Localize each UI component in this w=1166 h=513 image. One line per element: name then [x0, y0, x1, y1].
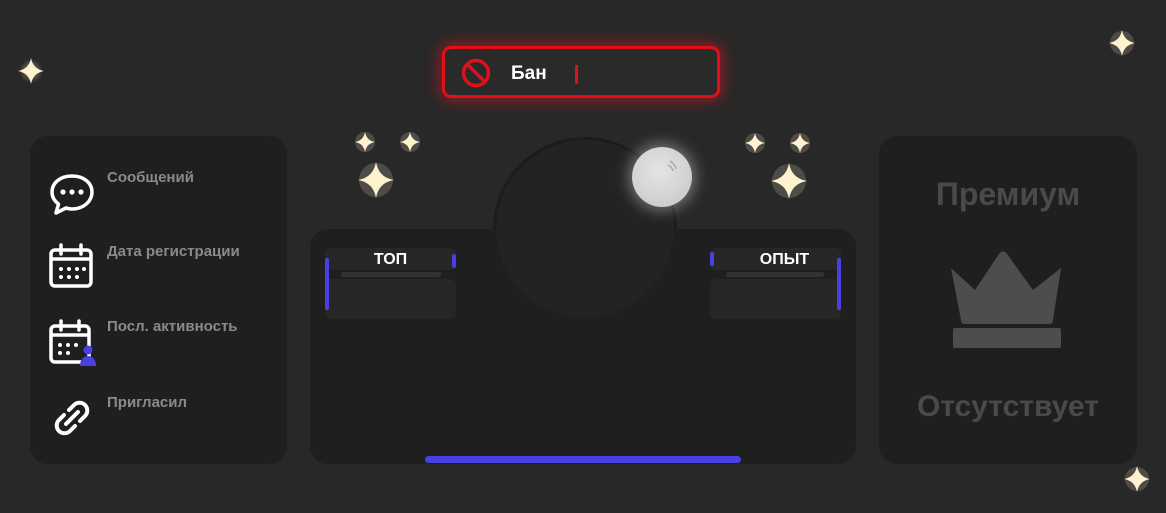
sparkle-icon: [356, 160, 396, 200]
invited-by-label: Пригласил: [107, 394, 188, 411]
top-card-side-accent: [325, 258, 329, 310]
ban-indicator: [575, 65, 578, 84]
ban-icon: [461, 58, 491, 88]
xp-card-value: [710, 279, 841, 319]
top-card-header: ТОП: [325, 248, 456, 270]
ban-status-badge: Бан: [442, 46, 720, 98]
sparkle-icon: [1122, 464, 1152, 494]
top-card-divider: [341, 272, 441, 277]
avatar-lower-half: [496, 229, 674, 318]
calendar-user-icon: [48, 318, 96, 366]
xp-card-accent: [710, 252, 714, 266]
premium-panel: Премиум Отсутствует: [879, 136, 1137, 464]
xp-progress-bar: [425, 456, 741, 463]
crown-icon: [943, 250, 1071, 350]
xp-label: ОПЫТ: [759, 251, 810, 268]
shine-icon: [667, 160, 677, 172]
user-stats-panel: Сообщений Дата регистрации Посл. активно…: [30, 136, 287, 464]
top-card-accent: [452, 254, 456, 268]
xp-card-divider: [726, 272, 824, 277]
sparkle-icon: [788, 131, 812, 155]
calendar-icon: [48, 242, 96, 290]
ban-label: Бан: [511, 63, 547, 84]
sparkle-icon: [353, 130, 377, 154]
sparkle-icon: [743, 131, 767, 155]
top-card-value: [325, 279, 456, 319]
registration-date-label: Дата регистрации: [107, 243, 240, 260]
link-icon: [48, 394, 96, 442]
sparkle-icon: [16, 56, 46, 86]
premium-title: Премиум: [935, 176, 1081, 212]
xp-card-header: ОПЫТ: [710, 248, 841, 270]
sparkle-icon: [769, 161, 809, 201]
last-activity-label: Посл. активность: [107, 318, 238, 335]
sparkle-icon: [1107, 28, 1137, 58]
premium-status: Отсутствует: [916, 390, 1099, 423]
xp-card-side-accent: [837, 258, 841, 310]
top-label: ТОП: [373, 251, 408, 268]
chat-bubble-icon: [48, 170, 96, 218]
sparkle-icon: [398, 130, 422, 154]
status-indicator: [632, 147, 692, 207]
messages-label: Сообщений: [107, 169, 194, 186]
